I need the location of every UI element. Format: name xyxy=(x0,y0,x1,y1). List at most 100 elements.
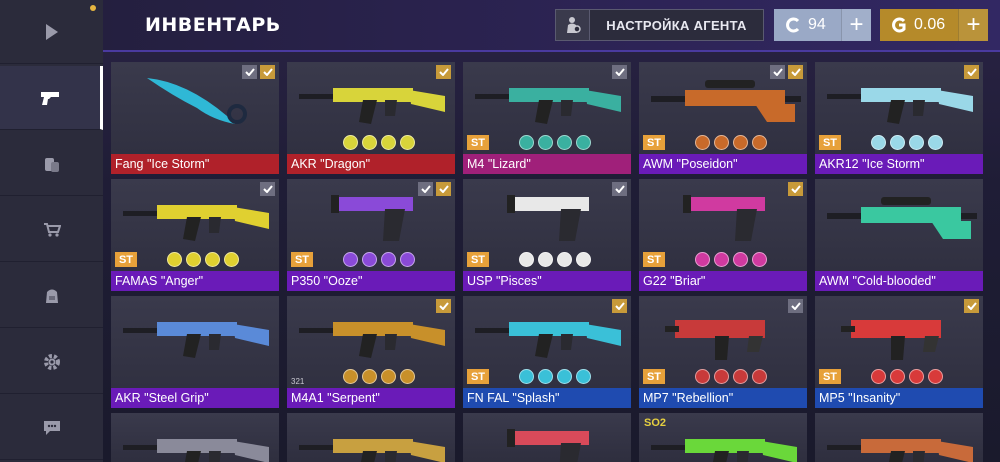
sidebar-item-shop[interactable] xyxy=(0,198,103,262)
silver-coin-icon xyxy=(782,16,804,34)
sticker-icon xyxy=(519,369,534,384)
skin-name: Fang "Ice Storm" xyxy=(111,154,279,174)
sidebar-item-backpack[interactable] xyxy=(0,264,103,328)
coins-icon xyxy=(44,157,59,172)
inventory-card[interactable] xyxy=(463,413,631,462)
sticker-icon xyxy=(890,135,905,150)
sidebar-item-play[interactable] xyxy=(0,0,103,64)
inventory-card[interactable]: Fang "Ice Storm" xyxy=(111,62,279,174)
gold-balance: 0.06 + xyxy=(880,9,988,41)
sticker-icon xyxy=(909,135,924,150)
skin-name: FAMAS "Anger" xyxy=(111,271,279,291)
inventory-card[interactable]: ST M4 "Lizard" xyxy=(463,62,631,174)
sticker-icon xyxy=(538,135,553,150)
skin-name: AKR "Dragon" xyxy=(287,154,455,174)
add-silver-button[interactable]: + xyxy=(841,9,871,41)
sticker-icon xyxy=(557,369,572,384)
inventory-card[interactable]: ST FAMAS "Anger" xyxy=(111,179,279,291)
sticker-icon xyxy=(695,135,710,150)
skin-name: AWM "Cold-blooded" xyxy=(815,271,983,291)
sticker-icon xyxy=(576,369,591,384)
sticker-icon xyxy=(871,135,886,150)
check-icon xyxy=(788,65,803,79)
sticker-icon xyxy=(695,369,710,384)
header: ИНВЕНТАРЬ НАСТРОЙКА АГЕНТА 94 + 0.06 + xyxy=(103,0,1000,52)
check-icon xyxy=(260,65,275,79)
sticker-icon xyxy=(576,135,591,150)
equip-checks xyxy=(612,182,627,196)
sticker-row xyxy=(167,252,239,267)
sticker-icon xyxy=(167,252,182,267)
agent-settings-button[interactable]: НАСТРОЙКА АГЕНТА xyxy=(555,9,764,41)
inventory-card[interactable]: ST FN FAL "Splash" xyxy=(463,296,631,408)
equip-checks xyxy=(418,182,451,196)
inventory-card[interactable] xyxy=(815,413,983,462)
sticker-icon xyxy=(381,135,396,150)
sidebar-item-settings[interactable] xyxy=(0,330,103,394)
check-icon xyxy=(436,182,451,196)
sticker-icon xyxy=(224,252,239,267)
sticker-icon xyxy=(381,369,396,384)
inventory-card[interactable]: ST USP "Pisces" xyxy=(463,179,631,291)
inventory-card[interactable] xyxy=(111,413,279,462)
weapon-image xyxy=(821,185,977,245)
sticker-icon xyxy=(752,135,767,150)
sticker-row xyxy=(343,135,415,150)
sidebar-item-inventory[interactable] xyxy=(0,66,103,130)
sticker-row xyxy=(695,135,767,150)
stattrack-badge: ST xyxy=(643,135,665,150)
inventory-card[interactable]: ST MP5 "Insanity" xyxy=(815,296,983,408)
inventory-card[interactable]: AWM "Cold-blooded" xyxy=(815,179,983,291)
weapon-image xyxy=(469,302,625,362)
pistol-icon xyxy=(41,91,59,105)
gold-value: 0.06 xyxy=(914,16,946,33)
inventory-card[interactable]: 321 M4A1 "Serpent" xyxy=(287,296,455,408)
inventory-card[interactable] xyxy=(287,413,455,462)
weapon-image xyxy=(469,68,625,128)
sticker-icon xyxy=(557,252,572,267)
check-icon xyxy=(788,182,803,196)
sticker-icon xyxy=(343,369,358,384)
add-gold-button[interactable]: + xyxy=(958,9,988,41)
gear-icon xyxy=(43,353,60,370)
inventory-card[interactable]: SO2 xyxy=(639,413,807,462)
sticker-icon xyxy=(714,135,729,150)
equip-checks xyxy=(964,65,979,79)
equip-checks xyxy=(436,65,451,79)
inventory-card[interactable]: ST G22 "Briar" xyxy=(639,179,807,291)
page-title: ИНВЕНТАРЬ xyxy=(145,14,281,36)
check-icon xyxy=(436,65,451,79)
stattrack-badge: ST xyxy=(467,135,489,150)
sticker-icon xyxy=(733,135,748,150)
sticker-icon xyxy=(538,252,553,267)
sticker-icon xyxy=(928,369,943,384)
check-icon xyxy=(612,182,627,196)
inventory-card[interactable]: ST AWM "Poseidon" xyxy=(639,62,807,174)
sidebar-item-chat[interactable] xyxy=(0,396,103,460)
sticker-icon xyxy=(343,252,358,267)
inventory-card[interactable]: ST P350 "Ooze" xyxy=(287,179,455,291)
inventory-card[interactable]: ST AKR12 "Ice Storm" xyxy=(815,62,983,174)
inventory-card[interactable]: AKR "Steel Grip" xyxy=(111,296,279,408)
skin-name: FN FAL "Splash" xyxy=(463,388,631,408)
check-icon xyxy=(612,299,627,313)
equip-checks xyxy=(436,299,451,313)
check-icon xyxy=(612,65,627,79)
inventory-card[interactable]: ST MP7 "Rebellion" xyxy=(639,296,807,408)
skin-name: M4 "Lizard" xyxy=(463,154,631,174)
sticker-icon xyxy=(733,369,748,384)
sticker-icon xyxy=(538,369,553,384)
sticker-icon xyxy=(695,252,710,267)
sticker-icon xyxy=(519,135,534,150)
sticker-icon xyxy=(343,135,358,150)
weapon-image xyxy=(645,302,801,362)
sticker-icon xyxy=(362,252,377,267)
sticker-row xyxy=(519,369,591,384)
sticker-icon xyxy=(400,369,415,384)
check-icon xyxy=(964,65,979,79)
sidebar-item-coins[interactable] xyxy=(0,132,103,196)
inventory-screen: ИНВЕНТАРЬ НАСТРОЙКА АГЕНТА 94 + 0.06 + F… xyxy=(0,0,1000,462)
inventory-card[interactable]: AKR "Dragon" xyxy=(287,62,455,174)
silver-balance: 94 + xyxy=(774,9,871,41)
chat-icon xyxy=(43,420,60,435)
